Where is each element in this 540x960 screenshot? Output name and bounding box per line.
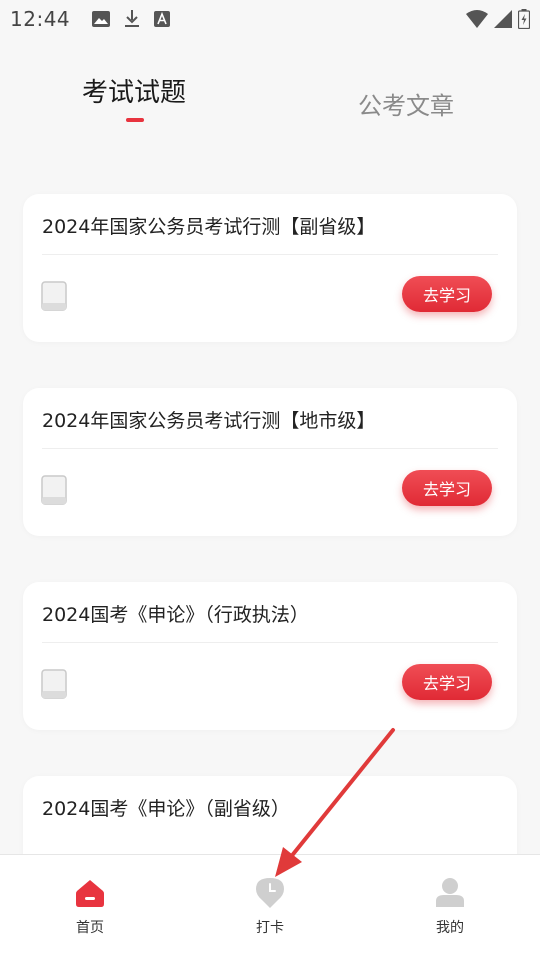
exam-card-title: 2024国考《申论》（副省级） [42, 798, 290, 820]
study-button[interactable]: 去学习 [402, 664, 492, 700]
study-button[interactable]: 去学习 [402, 276, 492, 312]
battery-icon [518, 9, 530, 29]
exam-card[interactable]: 2024年国家公务员考试行测【地市级】 去学习 [23, 388, 517, 536]
font-a-icon [154, 11, 170, 27]
tab-bar: 考试试题 公考文章 [0, 72, 540, 132]
home-icon [76, 880, 104, 907]
status-bar: 12:44 [0, 0, 540, 38]
card-divider [42, 448, 498, 449]
wifi-icon [466, 10, 488, 28]
book-icon [41, 475, 67, 505]
exam-card-title: 2024国考《申论》（行政执法） [42, 604, 309, 626]
exam-card-title: 2024年国家公务员考试行测【地市级】 [42, 410, 376, 432]
user-icon [436, 878, 464, 907]
status-time: 12:44 [10, 7, 71, 31]
nav-label-mine: 我的 [436, 920, 464, 936]
card-divider [42, 254, 498, 255]
exam-card[interactable]: 2024国考《申论》（行政执法） 去学习 [23, 582, 517, 730]
clock-pin-icon [256, 878, 284, 908]
nav-label-home: 首页 [76, 920, 104, 936]
status-left-icons [92, 10, 170, 28]
nav-item-checkin[interactable]: 打卡 [230, 875, 310, 945]
study-button[interactable]: 去学习 [402, 470, 492, 506]
tab-exam-questions[interactable]: 考试试题 [82, 72, 186, 132]
exam-card[interactable]: 2024年国家公务员考试行测【副省级】 去学习 [23, 194, 517, 342]
card-divider [42, 642, 498, 643]
book-icon [41, 669, 67, 699]
nav-item-home[interactable]: 首页 [50, 875, 130, 945]
nav-item-mine[interactable]: 我的 [410, 875, 490, 945]
image-icon [92, 11, 110, 27]
tab-exam-questions-label: 考试试题 [82, 78, 187, 108]
tab-articles-label: 公考文章 [358, 92, 454, 120]
exam-card-title: 2024年国家公务员考试行测【副省级】 [42, 216, 376, 238]
book-icon [41, 281, 67, 311]
bottom-nav: 首页 打卡 我的 [0, 854, 540, 960]
tab-articles[interactable]: 公考文章 [358, 86, 454, 146]
active-tab-indicator [126, 118, 144, 122]
app-screen: 12:44 考试试题 公考文章 2024年国家公务员考试行测【副省级】 去学习 … [0, 0, 540, 960]
nav-label-checkin: 打卡 [256, 920, 284, 936]
status-right-icons [466, 9, 530, 29]
download-icon [124, 10, 140, 28]
signal-icon [494, 10, 512, 28]
